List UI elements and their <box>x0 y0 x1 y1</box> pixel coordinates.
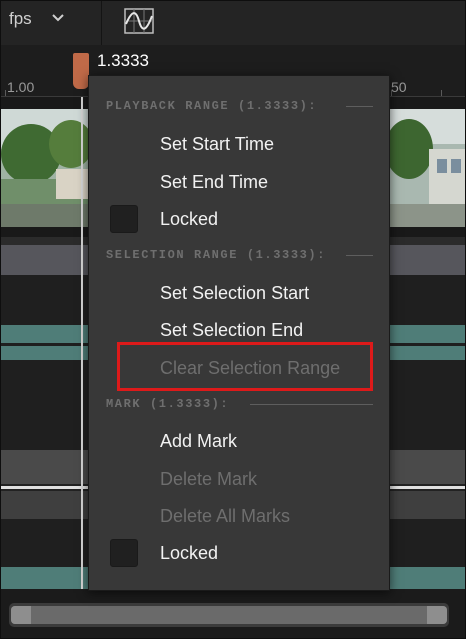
sequencer-panel: fps 1.00 50 1.3333 PLAYBACK RANGE (1.333… <box>0 0 466 639</box>
curve-editor-icon <box>124 8 154 34</box>
mark-header: MARK (1.3333): <box>106 397 230 411</box>
timeline-toolbar: fps <box>1 1 465 45</box>
scrollbar-thumb[interactable] <box>11 606 447 624</box>
video-thumbnail <box>1 109 89 227</box>
ruler-tick-label: 50 <box>391 79 407 95</box>
scrollbar-left-handle[interactable] <box>11 606 31 624</box>
annotation-highlight-box <box>117 342 373 391</box>
timeline-context-menu: PLAYBACK RANGE (1.3333): Set Start Time … <box>88 75 390 591</box>
set-end-time-item[interactable]: Set End Time <box>160 172 268 193</box>
header-divider <box>346 255 373 256</box>
header-divider <box>346 106 373 107</box>
set-selection-start-item[interactable]: Set Selection Start <box>160 283 309 304</box>
playback-locked-checkbox[interactable] <box>110 205 138 233</box>
header-divider <box>250 404 373 405</box>
playback-range-header: PLAYBACK RANGE (1.3333): <box>106 99 318 113</box>
ruler-tick-label: 1.00 <box>7 79 35 95</box>
current-time-label: 1.3333 <box>97 51 149 70</box>
set-start-time-item[interactable]: Set Start Time <box>160 134 274 155</box>
curve-editor-button[interactable] <box>122 6 156 36</box>
set-selection-end-item[interactable]: Set Selection End <box>160 320 303 341</box>
toolbar-divider <box>101 1 102 45</box>
fps-dropdown-label[interactable]: fps <box>9 9 32 29</box>
scrollbar-right-handle[interactable] <box>427 606 447 624</box>
playhead-handle[interactable] <box>73 53 89 89</box>
delete-all-marks-item[interactable]: Delete All Marks <box>160 506 290 527</box>
playback-locked-label[interactable]: Locked <box>160 209 218 230</box>
mark-locked-label[interactable]: Locked <box>160 543 218 564</box>
horizontal-scrollbar[interactable] <box>9 603 449 627</box>
playhead-line <box>81 97 83 589</box>
selection-range-header: SELECTION RANGE (1.3333): <box>106 248 327 262</box>
add-mark-item[interactable]: Add Mark <box>160 431 237 452</box>
delete-mark-item[interactable]: Delete Mark <box>160 469 257 490</box>
chevron-down-icon[interactable] <box>51 13 65 23</box>
video-thumbnail <box>389 109 465 227</box>
mark-locked-checkbox[interactable] <box>110 539 138 567</box>
